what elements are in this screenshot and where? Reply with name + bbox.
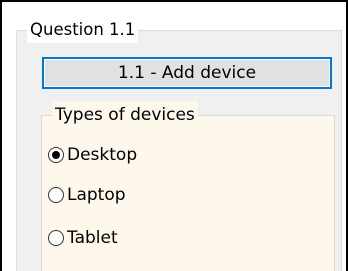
radio-option-laptop[interactable]: Laptop [48, 182, 126, 208]
question-group-title: Question 1.1 [27, 16, 139, 43]
radio-option-desktop[interactable]: Desktop [48, 142, 137, 168]
radio-label-desktop[interactable]: Desktop [67, 142, 137, 168]
radio-option-tablet[interactable]: Tablet [48, 225, 118, 251]
radio-label-tablet[interactable]: Tablet [67, 225, 118, 251]
radio-unselected-icon[interactable] [48, 187, 64, 203]
radio-selected-icon[interactable] [48, 147, 64, 163]
add-device-button[interactable]: 1.1 - Add device [42, 57, 332, 89]
device-types-group-title: Types of devices [52, 101, 198, 129]
radio-unselected-icon[interactable] [48, 230, 64, 246]
radio-label-laptop[interactable]: Laptop [67, 182, 126, 208]
